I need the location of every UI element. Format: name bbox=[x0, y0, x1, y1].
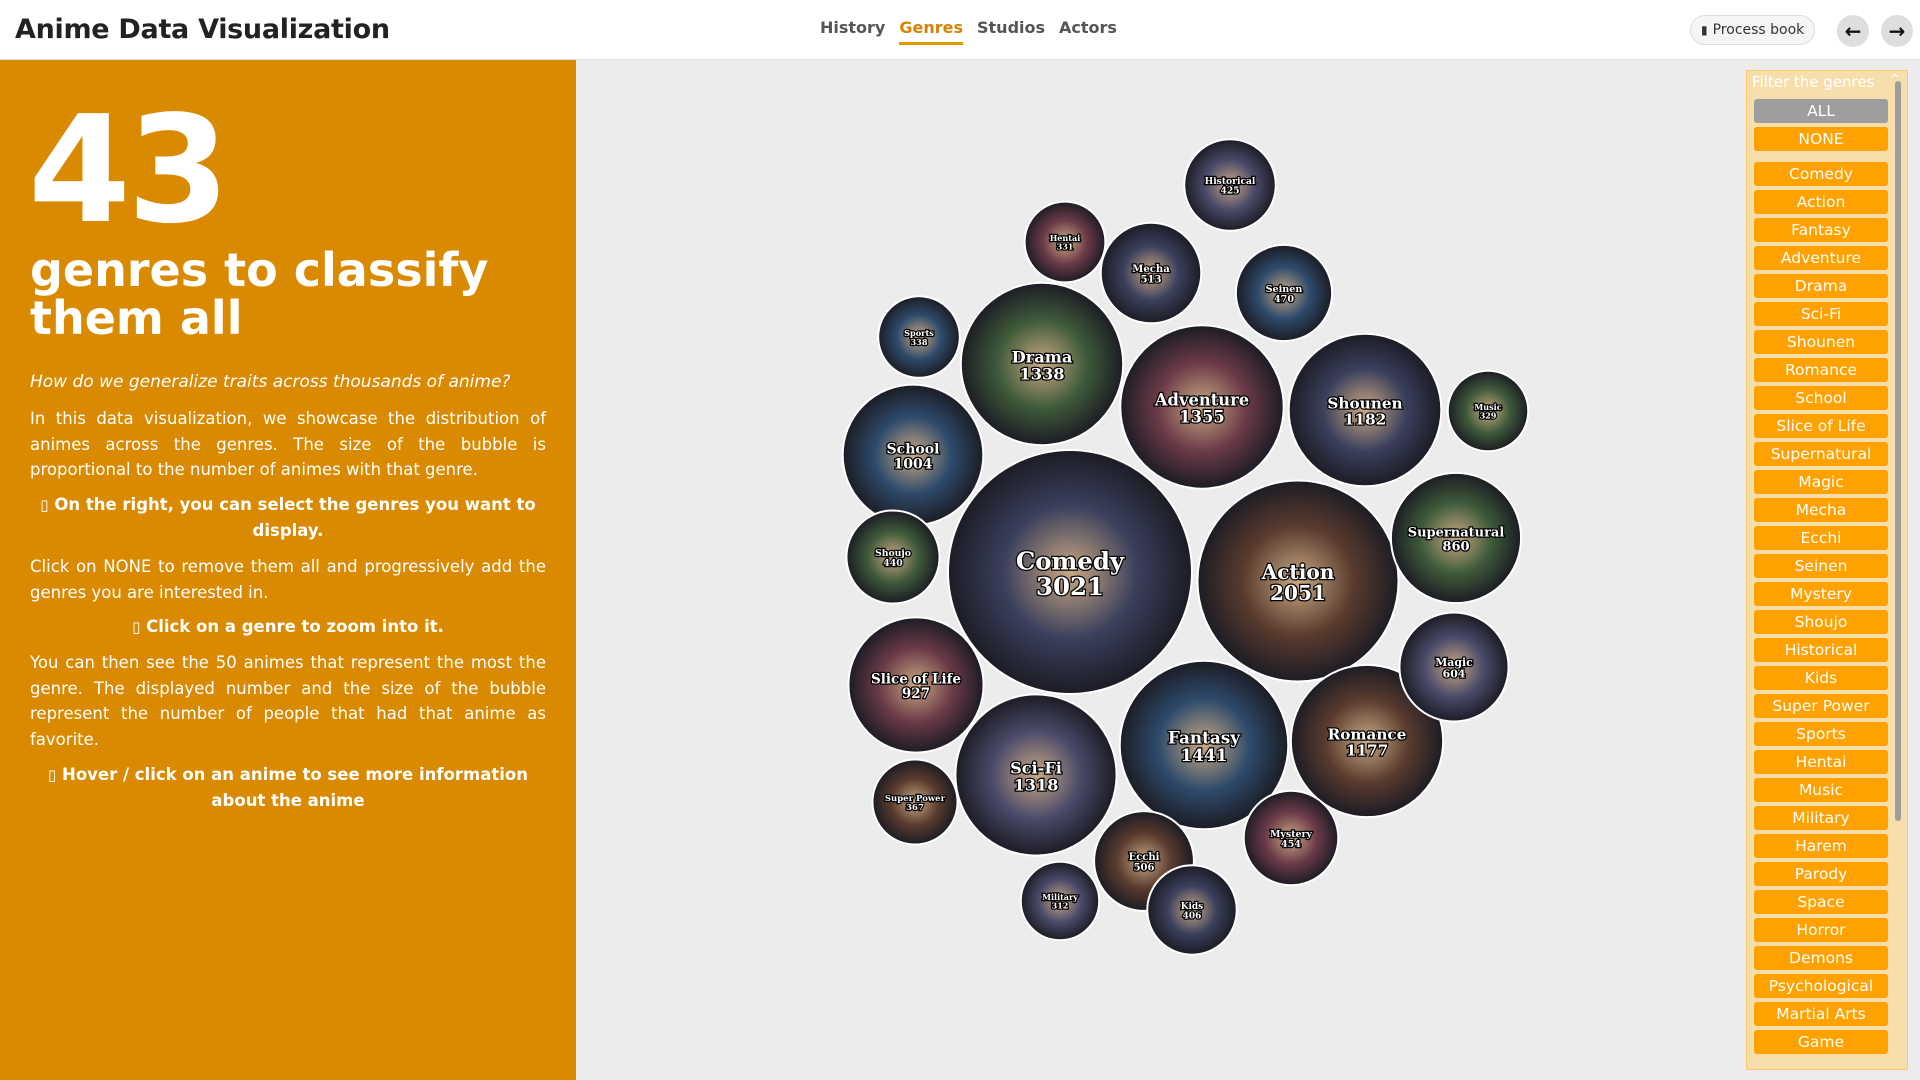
bubble-value-music: 329 bbox=[1480, 411, 1497, 421]
filter-genre-comedy[interactable]: Comedy bbox=[1754, 162, 1888, 186]
filter-genre-drama[interactable]: Drama bbox=[1754, 274, 1888, 298]
arrow-left-icon: ← bbox=[1844, 19, 1862, 43]
filter-genre-martial-arts[interactable]: Martial Arts bbox=[1754, 1002, 1888, 1026]
bubble-value-action: 2051 bbox=[1270, 581, 1326, 605]
bubble-value-adventure: 1355 bbox=[1179, 408, 1224, 427]
bubble-value-school: 1004 bbox=[893, 456, 932, 472]
filter-genre-psychological[interactable]: Psychological bbox=[1754, 974, 1888, 998]
bubble-value-comedy: 3021 bbox=[1036, 572, 1104, 601]
filter-genre-demons[interactable]: Demons bbox=[1754, 946, 1888, 970]
book-icon: ▮ bbox=[1701, 23, 1708, 37]
mouse-icon: ▯ bbox=[40, 496, 49, 514]
filter-header[interactable]: Filter the genres ⌃ bbox=[1747, 72, 1907, 93]
intro-question: How do we generalize traits across thous… bbox=[30, 372, 511, 392]
filter-genre-supernatural[interactable]: Supernatural bbox=[1754, 442, 1888, 466]
filter-genre-horror[interactable]: Horror bbox=[1754, 918, 1888, 942]
filter-genre-space[interactable]: Space bbox=[1754, 890, 1888, 914]
filter-genre-mecha[interactable]: Mecha bbox=[1754, 498, 1888, 522]
intro-paragraph: In this data visualization, we showcase … bbox=[30, 409, 546, 479]
app-title: Anime Data Visualization bbox=[15, 14, 390, 45]
forward-button[interactable]: → bbox=[1881, 15, 1913, 47]
filter-genre-sports[interactable]: Sports bbox=[1754, 722, 1888, 746]
tab-studios[interactable]: Studios bbox=[977, 18, 1045, 45]
mouse-icon: ▯ bbox=[48, 766, 57, 784]
filter-genre-music[interactable]: Music bbox=[1754, 778, 1888, 802]
bubble-value-sports: 338 bbox=[910, 337, 927, 347]
filter-genre-super-power[interactable]: Super Power bbox=[1754, 694, 1888, 718]
filter-genre-magic[interactable]: Magic bbox=[1754, 470, 1888, 494]
bubble-value-super-power: 367 bbox=[906, 803, 924, 813]
filter-genre-parody[interactable]: Parody bbox=[1754, 862, 1888, 886]
tip-select: ▯ On the right, you can select the genre… bbox=[30, 492, 546, 543]
tip-zoom-text: Click on a genre to zoom into it. bbox=[146, 617, 444, 636]
bubble-label-school: School bbox=[887, 442, 940, 458]
filter-genre-historical[interactable]: Historical bbox=[1754, 638, 1888, 662]
process-book-button[interactable]: ▮ Process book bbox=[1690, 15, 1816, 45]
tip-select-text: On the right, you can select the genres … bbox=[54, 495, 536, 540]
filter-genre-seinen[interactable]: Seinen bbox=[1754, 554, 1888, 578]
filter-genre-kids[interactable]: Kids bbox=[1754, 666, 1888, 690]
headline: genres to classify them all bbox=[30, 243, 489, 345]
filter-genre-school[interactable]: School bbox=[1754, 386, 1888, 410]
tab-genres[interactable]: Genres bbox=[899, 18, 963, 45]
filter-genre-action[interactable]: Action bbox=[1754, 190, 1888, 214]
arrow-right-icon: → bbox=[1888, 19, 1906, 43]
genre-count: 43 bbox=[28, 84, 230, 256]
bubble-value-historical: 425 bbox=[1220, 186, 1239, 197]
filter-all-button[interactable]: ALL bbox=[1754, 99, 1888, 123]
bubble-value-slice-of-life: 927 bbox=[902, 686, 930, 702]
tab-history[interactable]: History bbox=[820, 18, 885, 45]
filter-genre-adventure[interactable]: Adventure bbox=[1754, 246, 1888, 270]
bubble-label-mecha: Mecha bbox=[1132, 264, 1170, 275]
tip-zoom: ▯ Click on a genre to zoom into it. bbox=[30, 614, 546, 640]
bubble-value-mystery: 454 bbox=[1281, 839, 1301, 850]
filter-genre-slice-of-life[interactable]: Slice of Life bbox=[1754, 414, 1888, 438]
bubble-value-magic: 604 bbox=[1443, 667, 1466, 680]
bubble-label-adventure: Adventure bbox=[1154, 390, 1249, 409]
bubble-value-fantasy: 1441 bbox=[1181, 745, 1228, 765]
filter-genre-shounen[interactable]: Shounen bbox=[1754, 330, 1888, 354]
filter-genre-game[interactable]: Game bbox=[1754, 1030, 1888, 1054]
bubble-value-ecchi: 506 bbox=[1134, 862, 1155, 873]
bubble-value-hentai: 331 bbox=[1057, 242, 1074, 252]
bubble-value-shoujo: 440 bbox=[883, 558, 903, 569]
bubble-value-kids: 406 bbox=[1183, 911, 1202, 921]
bubble-value-supernatural: 860 bbox=[1442, 539, 1469, 554]
filter-genre-harem[interactable]: Harem bbox=[1754, 834, 1888, 858]
nav-tabs: History Genres Studios Actors bbox=[820, 18, 1117, 45]
bubble-value-seinen: 470 bbox=[1274, 294, 1294, 305]
tab-actors[interactable]: Actors bbox=[1059, 18, 1117, 45]
filter-genre-hentai[interactable]: Hentai bbox=[1754, 750, 1888, 774]
filter-genre-sci-fi[interactable]: Sci-Fi bbox=[1754, 302, 1888, 326]
top-navbar: Anime Data Visualization History Genres … bbox=[0, 0, 1920, 60]
bubble-value-drama: 1338 bbox=[1019, 364, 1064, 383]
filter-title: Filter the genres bbox=[1752, 73, 1875, 91]
intro-panel: 43 genres to classify them all How do we… bbox=[0, 60, 576, 1080]
genre-bubble-chart: Comedy3021Action2051Fantasy1441Adventure… bbox=[841, 138, 1530, 956]
filter-none-button[interactable]: NONE bbox=[1754, 127, 1888, 151]
bubble-value-shounen: 1182 bbox=[1344, 410, 1386, 428]
none-hint: Click on NONE to remove them all and pro… bbox=[30, 557, 546, 602]
detail-paragraph: You can then see the 50 animes that repr… bbox=[30, 653, 546, 749]
filter-genre-shoujo[interactable]: Shoujo bbox=[1754, 610, 1888, 634]
process-book-label: Process book bbox=[1712, 22, 1805, 38]
bubble-value-military: 312 bbox=[1052, 901, 1069, 911]
back-button[interactable]: ← bbox=[1837, 15, 1869, 47]
bubble-label-ecchi: Ecchi bbox=[1129, 852, 1160, 863]
filter-genre-ecchi[interactable]: Ecchi bbox=[1754, 526, 1888, 550]
filter-scrollbar[interactable] bbox=[1895, 81, 1901, 821]
tip-hover: ▯ Hover / click on an anime to see more … bbox=[30, 762, 546, 813]
filter-genre-mystery[interactable]: Mystery bbox=[1754, 582, 1888, 606]
genre-filter-panel: Filter the genres ⌃ ALL NONE Comedy Actio… bbox=[1746, 70, 1908, 1070]
bubble-value-mecha: 513 bbox=[1141, 275, 1162, 286]
tip-hover-text: Hover / click on an anime to see more in… bbox=[62, 765, 528, 810]
bubble-value-sci-fi: 1318 bbox=[1014, 775, 1059, 794]
bubble-value-romance: 1177 bbox=[1346, 741, 1388, 759]
filter-genre-romance[interactable]: Romance bbox=[1754, 358, 1888, 382]
filter-genre-fantasy[interactable]: Fantasy bbox=[1754, 218, 1888, 242]
filter-genre-military[interactable]: Military bbox=[1754, 806, 1888, 830]
mouse-icon: ▯ bbox=[132, 618, 141, 636]
